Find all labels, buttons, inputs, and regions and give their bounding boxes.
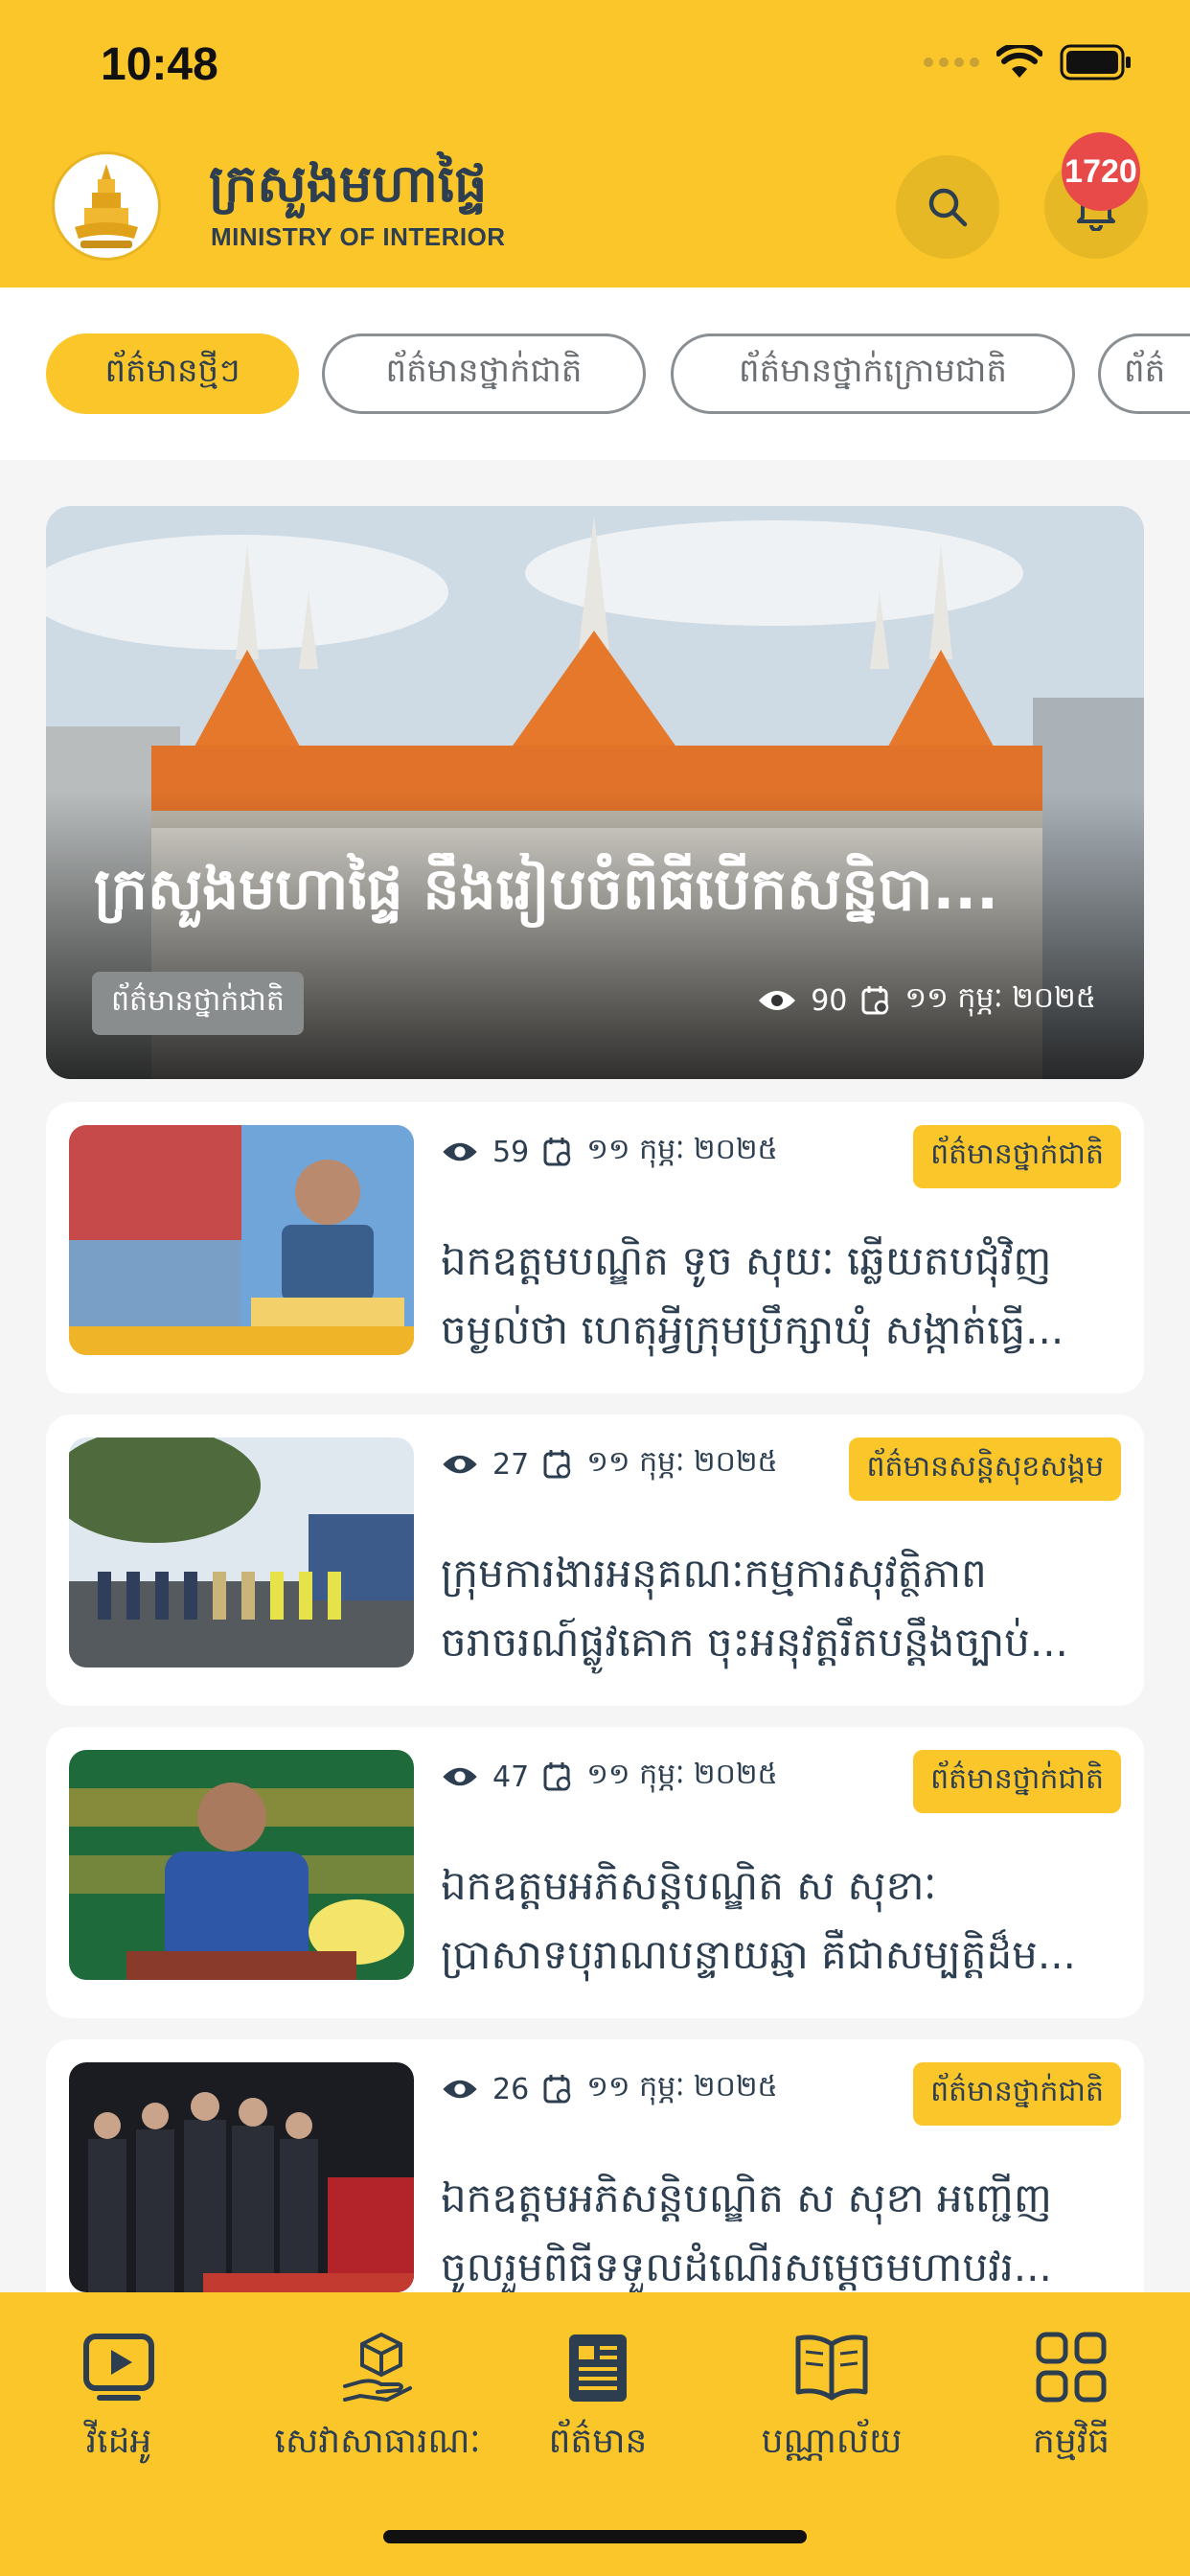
video-icon [83, 2334, 154, 2401]
article-title: ក្រុមការងារអនុគណៈកម្មការសុវត្ថិភាព ចរាចរ… [441, 1539, 1121, 1677]
news-icon [569, 2334, 627, 2402]
article-card[interactable]: 27 ១១ កុម្ភៈ ២០២៥ ព័ត៌មានសន្តិសុខសង្គម ក… [46, 1414, 1144, 1706]
calendar-icon [543, 1450, 571, 1479]
emblem-icon [75, 164, 138, 248]
article-card[interactable]: 47 ១១ កុម្ភៈ ២០២៥ ព័ត៌មានថ្នាក់ជាតិ ឯកឧត… [46, 1727, 1144, 2018]
featured-date: ១១ កុម្ភៈ ២០២៥ [904, 981, 1096, 1015]
featured-views: 90 [811, 983, 848, 1018]
eye-icon [759, 991, 796, 1010]
article-date: ១១ កុម្ភៈ ២០២៥ [586, 1758, 778, 1791]
calendar-icon [543, 1138, 571, 1166]
article-meta: 26 ១១ កុម្ភៈ ២០២៥ [441, 2068, 778, 2110]
article-title-line: ឯកឧត្តមអភិសន្តិបណ្ឌិត ស សុខាៈ [441, 1862, 937, 1909]
featured-meta: 90 ១១ កុម្ភៈ ២០២៥ [757, 979, 1096, 1022]
article-meta: 47 ១១ កុម្ភៈ ២០២៥ [441, 1756, 778, 1798]
article-category-badge: ព័ត៌មានថ្នាក់ជាតិ [913, 2062, 1121, 2126]
status-icons [924, 44, 1133, 80]
article-views: 59 [492, 1135, 530, 1169]
signal-icon [924, 58, 979, 67]
calendar-icon [543, 2075, 571, 2104]
article-meta: 59 ១១ កុម្ភៈ ២០២៥ [441, 1131, 778, 1173]
article-title-line: ប្រាសាទបុរាណបន្ទាយឆ្មា គឺជាសម្បត្តិដ៏ម..… [441, 1931, 1076, 1978]
apps-icon [1036, 2332, 1107, 2403]
article-views: 26 [492, 2072, 530, 2106]
nav-label: បណ្ណាល័យ [761, 2422, 903, 2461]
article-title: ឯកឧត្តមអភិសន្តិបណ្ឌិត ស សុខា អញ្ជើញ ចូលរ… [441, 2164, 1121, 2302]
search-button[interactable] [896, 155, 999, 259]
ministry-logo [52, 151, 161, 261]
nav-public-services[interactable]: សេវាសាធារណៈ [272, 2329, 483, 2470]
article-title-line: ឯកឧត្តមបណ្ឌិត ទូច សុយៈ ឆ្លើយតបជុំវិញ [441, 1237, 1052, 1284]
nav-label: ព័ត៌មាន [548, 2422, 648, 2461]
eye-icon [443, 1767, 477, 1786]
calendar-icon [543, 1762, 571, 1791]
wifi-icon [996, 45, 1042, 78]
nav-news[interactable]: ព័ត៌មាន [492, 2329, 703, 2470]
article-date: ១១ កុម្ភៈ ២០២៥ [586, 1133, 778, 1166]
article-thumbnail [69, 1438, 414, 1668]
app-header: 10:48 ក្រសួងមហាផ្ទៃ MINISTRY OF INTERIOR [0, 0, 1190, 288]
search-icon [928, 188, 968, 227]
article-title: ឯកឧត្តមបណ្ឌិត ទូច សុយៈ ឆ្លើយតបជុំវិញ ចម្… [441, 1227, 1121, 1365]
brand-title-khmer: ក្រសួងមហាផ្ទៃ [209, 153, 488, 214]
battery-icon [1060, 44, 1131, 80]
article-title-line: ឯកឧត្តមអភិសន្តិបណ្ឌិត ស សុខា អញ្ជើញ [441, 2174, 1052, 2221]
article-title-line: ចរាចរណ៍ផ្លូវគោក ចុះអនុវត្តរឹតបន្តឹងច្បាប… [441, 1619, 1068, 1666]
category-tabs: ព័ត៌មានថ្មីៗ ព័ត៌មានថ្នាក់ជាតិ ព័ត៌មានថ្… [0, 288, 1190, 460]
tab-latest-news[interactable]: ព័ត៌មានថ្មីៗ [46, 334, 299, 414]
nav-apps[interactable]: កម្មវិធី [966, 2329, 1177, 2470]
article-title-line: ក្រុមការងារអនុគណៈកម្មការសុវត្ថិភាព [441, 1550, 987, 1597]
nav-library[interactable]: បណ្ណាល័យ [726, 2329, 937, 2470]
article-card[interactable]: 59 ១១ កុម្ភៈ ២០២៥ ព័ត៌មានថ្នាក់ជាតិ ឯកឧត… [46, 1102, 1144, 1393]
article-date: ១១ កុម្ភៈ ២០២៥ [586, 2070, 778, 2104]
eye-icon [443, 1455, 477, 1474]
home-indicator[interactable] [383, 2530, 807, 2543]
public-service-icon [343, 2332, 412, 2403]
article-thumbnail [69, 1125, 414, 1355]
article-category-badge: ព័ត៌មានថ្នាក់ជាតិ [913, 1750, 1121, 1813]
article-title: ឯកឧត្តមអភិសន្តិបណ្ឌិត ស សុខាៈ ប្រាសាទបុរ… [441, 1852, 1121, 1990]
article-card[interactable]: 26 ១១ កុម្ភៈ ២០២៥ ព័ត៌មានថ្នាក់ជាតិ ឯកឧត… [46, 2039, 1144, 2331]
article-views: 27 [492, 1447, 530, 1482]
featured-title: ក្រសួងមហាផ្ទៃ នឹងរៀបចំពិធីបើកសន្និបា... [94, 856, 998, 923]
article-meta: 27 ១១ កុម្ភៈ ២០២៥ [441, 1443, 778, 1485]
tab-more[interactable]: ព័ត៌ [1098, 334, 1190, 414]
article-title-line: ចម្ងល់ថា ហេតុអ្វីក្រុមប្រឹក្សាឃុំ សង្កាត… [441, 1306, 1064, 1353]
nav-video[interactable]: វីដេអូ [13, 2329, 224, 2470]
tab-subnational-news[interactable]: ព័ត៌មានថ្នាក់ក្រោមជាតិ [671, 334, 1075, 414]
nav-label: កម្មវិធី [1033, 2422, 1110, 2461]
status-time: 10:48 [101, 39, 218, 90]
nav-label: វីដេអូ [85, 2422, 152, 2461]
article-thumbnail [69, 2062, 414, 2292]
article-views: 47 [492, 1760, 530, 1794]
nav-label: សេវាសាធារណៈ [274, 2422, 481, 2461]
featured-category-badge: ព័ត៌មានថ្នាក់ជាតិ [92, 972, 304, 1035]
article-category-badge: ព័ត៌មានថ្នាក់ជាតិ [913, 1125, 1121, 1188]
calendar-icon [861, 986, 889, 1015]
eye-icon [443, 1142, 477, 1162]
article-category-badge: ព័ត៌មានសន្តិសុខសង្គម [849, 1438, 1121, 1501]
tab-national-news[interactable]: ព័ត៌មានថ្នាក់ជាតិ [322, 334, 646, 414]
brand-title-english: MINISTRY OF INTERIOR [211, 222, 506, 251]
article-date: ១១ កុម្ភៈ ២០២៥ [586, 1445, 778, 1479]
featured-article[interactable]: ក្រសួងមហាផ្ទៃ នឹងរៀបចំពិធីបើកសន្និបា... … [46, 506, 1144, 1079]
notification-badge: 1720 [1062, 132, 1140, 211]
eye-icon [443, 2080, 477, 2099]
library-icon [795, 2334, 868, 2401]
article-thumbnail [69, 1750, 414, 1980]
